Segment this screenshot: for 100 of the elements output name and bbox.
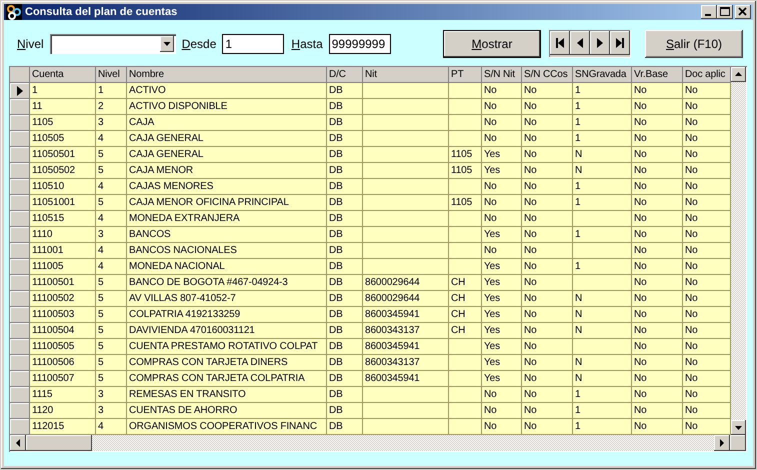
table-cell: CAJAS MENORES bbox=[127, 179, 327, 195]
table-cell: No bbox=[522, 403, 573, 419]
nivel-label: Nivel bbox=[17, 37, 44, 51]
current-row-icon bbox=[16, 86, 22, 96]
table-cell: 1 bbox=[573, 387, 632, 403]
table-cell: 1 bbox=[96, 83, 127, 99]
nivel-dropdown[interactable] bbox=[50, 34, 176, 54]
table-cell: DB bbox=[327, 307, 363, 323]
table-cell: 5 bbox=[96, 339, 127, 355]
table-cell: CAJA GENERAL bbox=[127, 147, 327, 163]
table-cell: 4 bbox=[96, 179, 127, 195]
row-header[interactable] bbox=[10, 83, 30, 99]
table-cell: CUENTA PRESTAMO ROTATIVO COLPAT bbox=[127, 339, 327, 355]
table-cell: DB bbox=[327, 275, 363, 291]
last-record-icon[interactable] bbox=[610, 31, 630, 55]
table-cell: 110515 bbox=[30, 211, 96, 227]
close-icon[interactable] bbox=[735, 5, 751, 19]
first-record-icon[interactable] bbox=[550, 31, 570, 55]
table-cell: No bbox=[632, 355, 683, 371]
table-cell: MONEDA EXTRANJERA bbox=[127, 211, 327, 227]
table-cell: No bbox=[522, 243, 573, 259]
table-cell: No bbox=[522, 179, 573, 195]
table-cell: 1 bbox=[573, 131, 632, 147]
table-cell: 5 bbox=[96, 371, 127, 387]
column-header[interactable]: Doc aplic bbox=[683, 67, 731, 83]
column-header[interactable]: Nombre bbox=[127, 67, 327, 83]
table-cell: No bbox=[482, 243, 522, 259]
table-cell: 1 bbox=[573, 403, 632, 419]
table-cell: Yes bbox=[482, 291, 522, 307]
table-cell: 11100501 bbox=[30, 275, 96, 291]
app-icon bbox=[6, 4, 22, 20]
table-cell bbox=[449, 99, 482, 115]
table-cell: 11100507 bbox=[30, 371, 96, 387]
table-cell: 5 bbox=[96, 195, 127, 211]
table-cell: DB bbox=[327, 83, 363, 99]
horizontal-scrollbar[interactable] bbox=[10, 435, 746, 451]
table-cell: Yes bbox=[482, 307, 522, 323]
scroll-left-icon[interactable] bbox=[10, 435, 26, 451]
table-cell bbox=[573, 275, 632, 291]
vertical-scrollbar[interactable] bbox=[731, 67, 746, 435]
table-cell: 11 bbox=[30, 99, 96, 115]
table-cell: No bbox=[632, 323, 683, 339]
table-cell: ACTIVO bbox=[127, 83, 327, 99]
scroll-up-icon[interactable] bbox=[731, 67, 746, 82]
table-cell: CUENTAS DE AHORRO bbox=[127, 403, 327, 419]
previous-record-icon[interactable] bbox=[570, 31, 590, 55]
table-cell: MONEDA NACIONAL bbox=[127, 259, 327, 275]
table-cell: 110510 bbox=[30, 179, 96, 195]
table-cell: 11100506 bbox=[30, 355, 96, 371]
desde-field[interactable]: 1 bbox=[222, 34, 284, 54]
column-header[interactable]: PT bbox=[449, 67, 482, 83]
column-header[interactable]: Nit bbox=[363, 67, 449, 83]
table-cell: 4 bbox=[96, 243, 127, 259]
table-cell: 8600345941 bbox=[363, 307, 449, 323]
table-cell: DB bbox=[327, 323, 363, 339]
scroll-thumb[interactable] bbox=[26, 435, 92, 451]
table-cell: No bbox=[632, 195, 683, 211]
table-cell: 5 bbox=[96, 163, 127, 179]
table-cell: No bbox=[522, 195, 573, 211]
table-cell: 111005 bbox=[30, 259, 96, 275]
next-record-icon[interactable] bbox=[590, 31, 610, 55]
exit-button[interactable]: Salir (F10) bbox=[645, 30, 743, 58]
table-cell: No bbox=[522, 163, 573, 179]
table-cell: N bbox=[573, 371, 632, 387]
table-cell: BANCO DE BOGOTA #467-04924-3 bbox=[127, 275, 327, 291]
table-cell: No bbox=[632, 211, 683, 227]
table-cell: 4 bbox=[96, 259, 127, 275]
hasta-field[interactable]: 99999999 bbox=[328, 34, 391, 54]
column-header[interactable]: S/N Nit bbox=[482, 67, 522, 83]
table-cell: DB bbox=[327, 371, 363, 387]
table-cell: 1 bbox=[573, 259, 632, 275]
table-cell bbox=[449, 211, 482, 227]
table-cell: 1105 bbox=[449, 195, 482, 211]
table-cell bbox=[573, 339, 632, 355]
table-cell: CAJA bbox=[127, 115, 327, 131]
table-cell: No bbox=[632, 403, 683, 419]
scroll-down-icon[interactable] bbox=[731, 420, 746, 435]
table-cell: COLPATRIA 4192133259 bbox=[127, 307, 327, 323]
table-cell: CH bbox=[449, 323, 482, 339]
table-cell: Yes bbox=[482, 355, 522, 371]
table-cell bbox=[449, 371, 482, 387]
maximize-icon[interactable] bbox=[717, 5, 733, 19]
table-cell: N bbox=[573, 147, 632, 163]
column-header[interactable]: SNGravada bbox=[573, 67, 632, 83]
minimize-icon[interactable] bbox=[701, 5, 717, 19]
column-header[interactable]: Vr.Base bbox=[632, 67, 683, 83]
column-header[interactable]: Nivel bbox=[96, 67, 127, 83]
table-cell: N bbox=[573, 307, 632, 323]
column-header[interactable]: Cuenta bbox=[30, 67, 96, 83]
table-cell: 1105 bbox=[449, 163, 482, 179]
show-button[interactable]: Mostrar bbox=[443, 30, 541, 58]
table-cell: 11100504 bbox=[30, 323, 96, 339]
table-cell: AV VILLAS 807-41052-7 bbox=[127, 291, 327, 307]
table-cell: 11051001 bbox=[30, 195, 96, 211]
table-cell: No bbox=[632, 147, 683, 163]
table-cell: No bbox=[632, 243, 683, 259]
column-header[interactable]: D/C bbox=[327, 67, 363, 83]
column-header[interactable]: S/N CCos bbox=[522, 67, 573, 83]
table-cell: No bbox=[482, 195, 522, 211]
scroll-right-icon[interactable] bbox=[714, 435, 730, 451]
